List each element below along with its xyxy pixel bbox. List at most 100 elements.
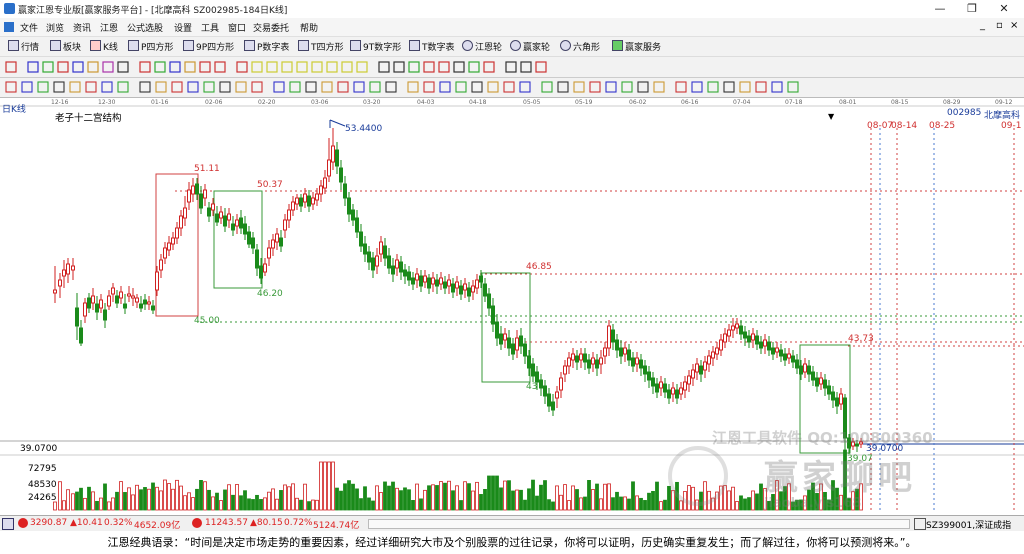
ruler-tool-icon-13[interactable]	[219, 81, 231, 93]
ruler-tool-icon-18[interactable]	[305, 81, 317, 93]
ruler-tool-icon-47[interactable]	[787, 81, 799, 93]
kline-button[interactable]: K线	[90, 40, 118, 53]
ruler-tool-icon-35[interactable]	[589, 81, 601, 93]
draw-tool-icon-2[interactable]	[42, 61, 54, 73]
menu-file[interactable]: 文件	[20, 21, 38, 34]
draw-tool-icon-10[interactable]	[169, 61, 181, 73]
ruler-tool-icon-29[interactable]	[487, 81, 499, 93]
ruler-tool-icon-8[interactable]	[139, 81, 151, 93]
ruler-tool-icon-19[interactable]	[321, 81, 333, 93]
draw-tool-icon-12[interactable]	[199, 61, 211, 73]
draw-tool-icon-27[interactable]	[438, 61, 450, 73]
9p-square-button[interactable]: 9P四方形	[183, 40, 234, 53]
ruler-tool-icon-11[interactable]	[187, 81, 199, 93]
ruler-tool-icon-22[interactable]	[369, 81, 381, 93]
ruler-tool-icon-5[interactable]	[85, 81, 97, 93]
draw-tool-icon-30[interactable]	[483, 61, 495, 73]
draw-tool-icon-25[interactable]	[408, 61, 420, 73]
menu-browse[interactable]: 浏览	[46, 21, 64, 34]
service-button[interactable]: 赢家服务	[612, 40, 661, 53]
winner-wheel-button[interactable]: 赢家轮	[510, 40, 550, 53]
ruler-tool-icon-46[interactable]	[771, 81, 783, 93]
ruler-tool-icon-20[interactable]	[337, 81, 349, 93]
ruler-tool-icon-34[interactable]	[573, 81, 585, 93]
ruler-tool-icon-17[interactable]	[289, 81, 301, 93]
ruler-tool-icon-42[interactable]	[707, 81, 719, 93]
draw-tool-icon-29[interactable]	[468, 61, 480, 73]
draw-tool-icon-17[interactable]	[281, 61, 293, 73]
ruler-tool-icon-45[interactable]	[755, 81, 767, 93]
quotes-button[interactable]: 行情	[8, 40, 39, 53]
ruler-tool-icon-2[interactable]	[37, 81, 49, 93]
ruler-tool-icon-9[interactable]	[155, 81, 167, 93]
menu-trade[interactable]: 交易委托	[253, 21, 289, 34]
ruler-tool-icon-39[interactable]	[653, 81, 665, 93]
draw-tool-icon-26[interactable]	[423, 61, 435, 73]
ruler-tool-icon-23[interactable]	[385, 81, 397, 93]
ruler-tool-icon-33[interactable]	[557, 81, 569, 93]
dropdown-arrow-icon[interactable]: ▼	[828, 112, 834, 121]
ruler-tool-icon-4[interactable]	[69, 81, 81, 93]
gann-wheel-button[interactable]: 江恩轮	[462, 40, 502, 53]
drawing-tools-strip[interactable]	[0, 57, 1024, 77]
mdi-close-button[interactable]: ×	[1010, 20, 1018, 31]
menu-help[interactable]: 帮助	[300, 21, 318, 34]
ruler-tool-icon-30[interactable]	[503, 81, 515, 93]
sector-button[interactable]: 板块	[50, 40, 81, 53]
menu-gann[interactable]: 江恩	[100, 21, 118, 34]
draw-tool-icon-20[interactable]	[326, 61, 338, 73]
draw-tool-icon-0[interactable]	[5, 61, 17, 73]
draw-tool-icon-23[interactable]	[378, 61, 390, 73]
ruler-tools-strip[interactable]	[0, 78, 1024, 97]
mdi-restore-button[interactable]: ▫	[996, 20, 1003, 31]
ruler-tool-icon-43[interactable]	[723, 81, 735, 93]
ruler-tool-icon-37[interactable]	[621, 81, 633, 93]
ruler-tool-icon-41[interactable]	[691, 81, 703, 93]
draw-tool-icon-6[interactable]	[102, 61, 114, 73]
ruler-tool-icon-28[interactable]	[471, 81, 483, 93]
ruler-tool-icon-26[interactable]	[439, 81, 451, 93]
draw-tool-icon-31[interactable]	[505, 61, 517, 73]
draw-tool-icon-22[interactable]	[356, 61, 368, 73]
draw-tool-icon-19[interactable]	[311, 61, 323, 73]
ruler-tool-icon-44[interactable]	[739, 81, 751, 93]
grid-icon[interactable]	[2, 518, 14, 530]
p-square-button[interactable]: P四方形	[128, 40, 173, 53]
ruler-tool-icon-25[interactable]	[423, 81, 435, 93]
ruler-tool-icon-24[interactable]	[407, 81, 419, 93]
ruler-tool-icon-32[interactable]	[541, 81, 553, 93]
9t-square-button[interactable]: 9T数字形	[350, 40, 401, 53]
horizontal-scrollbar[interactable]	[368, 519, 910, 529]
ruler-tool-icon-0[interactable]	[5, 81, 17, 93]
draw-tool-icon-28[interactable]	[453, 61, 465, 73]
minimize-button[interactable]: —	[924, 0, 956, 18]
ruler-tool-icon-14[interactable]	[235, 81, 247, 93]
ruler-tool-icon-31[interactable]	[519, 81, 531, 93]
kline-chart[interactable]: 12-16 12-30 01-16 02-06 02-20 03-06 03-20 04-03…	[0, 98, 1024, 513]
draw-tool-icon-33[interactable]	[535, 61, 547, 73]
draw-tool-icon-11[interactable]	[184, 61, 196, 73]
draw-tool-icon-4[interactable]	[72, 61, 84, 73]
ruler-tool-icon-27[interactable]	[455, 81, 467, 93]
ruler-tool-icon-38[interactable]	[637, 81, 649, 93]
t-table-button[interactable]: T数字表	[409, 40, 455, 53]
draw-tool-icon-14[interactable]	[236, 61, 248, 73]
ruler-tool-icon-21[interactable]	[353, 81, 365, 93]
draw-tool-icon-15[interactable]	[251, 61, 263, 73]
draw-tool-icon-21[interactable]	[341, 61, 353, 73]
t-square-button[interactable]: T四方形	[298, 40, 344, 53]
ruler-tool-icon-7[interactable]	[117, 81, 129, 93]
ruler-tool-icon-6[interactable]	[101, 81, 113, 93]
draw-tool-icon-5[interactable]	[87, 61, 99, 73]
restore-button[interactable]: ❐	[956, 0, 988, 18]
hexagon-button[interactable]: 六角形	[560, 40, 600, 53]
draw-tool-icon-3[interactable]	[57, 61, 69, 73]
draw-tool-icon-7[interactable]	[117, 61, 129, 73]
mdi-minimize-button[interactable]: _	[980, 20, 985, 31]
close-button[interactable]: ✕	[988, 0, 1020, 18]
ruler-tool-icon-12[interactable]	[203, 81, 215, 93]
ruler-tool-icon-15[interactable]	[251, 81, 263, 93]
ruler-tool-icon-3[interactable]	[53, 81, 65, 93]
menu-news[interactable]: 资讯	[73, 21, 91, 34]
p-table-button[interactable]: P数字表	[244, 40, 289, 53]
